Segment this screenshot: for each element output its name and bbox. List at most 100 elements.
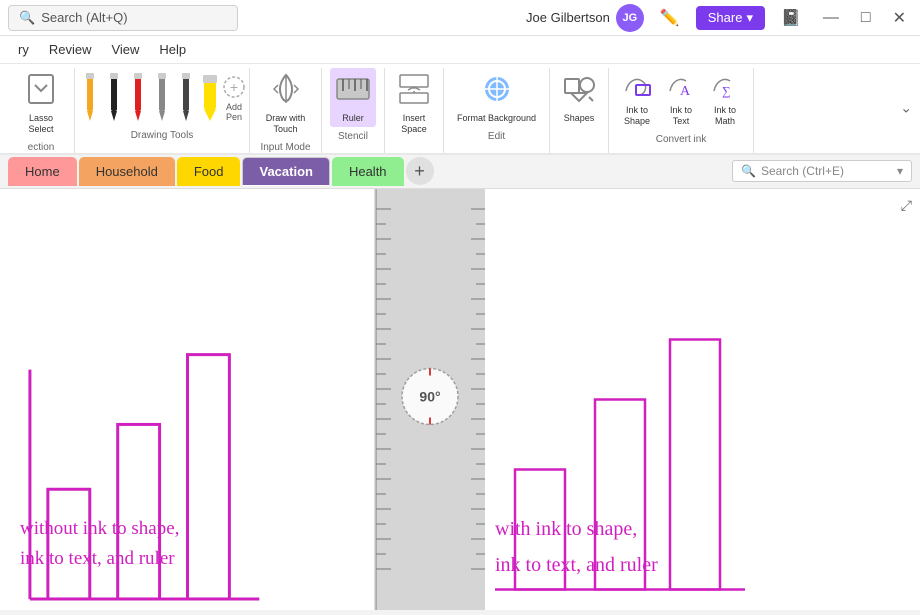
tab-vacation[interactable]: Vacation — [242, 157, 329, 186]
ink-to-math-icon: ∑ — [710, 71, 740, 103]
ribbon-insert-space-section: Insert Space — [385, 68, 444, 153]
pen-button[interactable]: ✏️ — [654, 4, 686, 32]
ruler-degree-svg: 90° — [395, 362, 465, 432]
pen-red[interactable] — [127, 72, 149, 122]
notebook-view-button[interactable]: 📓 — [775, 4, 807, 32]
tab-health[interactable]: Health — [332, 157, 404, 186]
pen-tools-row: + Add Pen — [79, 68, 245, 126]
ribbon: Lasso Select ection — [0, 64, 920, 155]
ink-to-shape-icon — [622, 71, 652, 103]
pen-gray[interactable] — [151, 72, 173, 122]
svg-text:∑: ∑ — [722, 84, 731, 98]
ribbon-lasso-section: Lasso Select ection — [8, 68, 75, 153]
add-tab-button[interactable]: + — [406, 157, 434, 185]
tabs-bar: Home Household Food Vacation Health + 🔍 … — [0, 155, 920, 189]
lasso-label: Lasso Select — [28, 113, 53, 135]
right-canvas-svg — [485, 189, 920, 610]
tab-household[interactable]: Household — [79, 157, 175, 186]
convert-ink-label: Convert ink — [656, 134, 707, 145]
ribbon-expand-chevron[interactable]: ⌄ — [900, 100, 912, 117]
input-mode-label: Input Mode — [260, 142, 310, 153]
menu-item-ry[interactable]: ry — [10, 39, 37, 60]
edit-label: Edit — [488, 131, 505, 142]
ruler-container[interactable]: 90° — [375, 189, 485, 610]
insert-space-icon — [398, 71, 430, 111]
ruler-degree-text: 90° — [419, 389, 440, 405]
user-name: Joe Gilbertson — [526, 10, 610, 25]
expand-icon[interactable]: ⤢ — [901, 197, 912, 214]
tabs-search[interactable]: 🔍 Search (Ctrl+E) ▾ — [732, 160, 912, 182]
lasso-icon — [25, 71, 57, 111]
ribbon-shapes-section: Shapes — [550, 68, 609, 153]
user-info: Joe Gilbertson JG — [526, 4, 644, 32]
add-pen-button[interactable]: + Add Pen — [223, 72, 245, 122]
svg-text:+: + — [230, 79, 238, 95]
pen-black[interactable] — [103, 72, 125, 122]
right-canvas-text-1: with ink to shape, — [495, 516, 637, 542]
tab-food[interactable]: Food — [177, 157, 241, 186]
ink-to-math-label: Ink to Math — [714, 105, 736, 127]
ribbon-drawing-tools-section: + Add Pen Drawing Tools — [75, 68, 250, 153]
ruler-icon — [335, 71, 371, 111]
search-icon: 🔍 — [741, 164, 756, 178]
content-area: ⤢ without ink to shape, ink to text, and… — [0, 189, 920, 610]
left-panel: without ink to shape, ink to text, and r… — [0, 189, 375, 610]
share-chevron: ▾ — [746, 10, 753, 26]
touch-icon — [270, 71, 302, 111]
lasso-section-label: ection — [28, 142, 55, 153]
format-background-button[interactable]: Format Background — [452, 68, 541, 127]
ruler-degree-container: 90° — [395, 362, 465, 437]
pen-dark[interactable] — [175, 72, 197, 122]
ribbon-convert-ink-section: Ink to Shape A Ink to Text ∑ — [609, 68, 754, 153]
tabs-search-placeholder: Search (Ctrl+E) — [761, 164, 844, 178]
right-panel: with ink to shape, ink to text, and rule… — [485, 189, 920, 610]
ink-to-text-icon: A — [666, 71, 696, 103]
add-pen-label: Add Pen — [223, 102, 245, 122]
pen-orange[interactable] — [79, 72, 101, 122]
ink-to-shape-button[interactable]: Ink to Shape — [617, 68, 657, 130]
shapes-icon — [563, 71, 595, 111]
ribbon-input-mode-section: Draw with Touch Input Mode — [250, 68, 322, 153]
ribbon-format-bg-section: Format Background Edit — [444, 68, 550, 153]
close-button[interactable]: ✕ — [887, 4, 912, 32]
stencil-label: Stencil — [338, 131, 368, 142]
insert-space-label: Insert Space — [401, 113, 427, 135]
ink-to-math-button[interactable]: ∑ Ink to Math — [705, 68, 745, 130]
draw-with-touch-button[interactable]: Draw with Touch — [258, 68, 313, 138]
ink-to-shape-label: Ink to Shape — [624, 105, 650, 127]
ink-to-text-label: Ink to Text — [670, 105, 692, 127]
ruler-label: Ruler — [342, 113, 364, 124]
share-label: Share — [708, 10, 743, 25]
ink-to-text-button[interactable]: A Ink to Text — [661, 68, 701, 130]
minimize-button[interactable]: — — [817, 5, 845, 31]
search-box[interactable]: 🔍 Search (Alt+Q) — [8, 5, 238, 31]
draw-with-touch-label: Draw with Touch — [266, 113, 306, 135]
menu-bar: ry Review View Help — [0, 36, 920, 64]
title-bar-left: 🔍 Search (Alt+Q) — [8, 5, 238, 31]
lasso-select-button[interactable]: Lasso Select — [16, 68, 66, 138]
tab-home[interactable]: Home — [8, 157, 77, 186]
shapes-label: Shapes — [564, 113, 595, 124]
search-placeholder: Search (Alt+Q) — [41, 10, 127, 25]
svg-text:A: A — [680, 84, 691, 99]
shapes-button[interactable]: Shapes — [558, 68, 600, 127]
menu-item-review[interactable]: Review — [41, 39, 100, 60]
format-background-label: Format Background — [457, 113, 536, 124]
search-icon: 🔍 — [19, 10, 35, 26]
drawing-tools-label: Drawing Tools — [131, 130, 194, 141]
ribbon-stencil-section: Ruler Stencil — [322, 68, 385, 153]
share-button[interactable]: Share ▾ — [696, 6, 765, 30]
tabs-search-chevron: ▾ — [897, 164, 903, 178]
left-canvas-text-1: without ink to shape, — [20, 517, 179, 542]
menu-item-view[interactable]: View — [103, 39, 147, 60]
insert-space-button[interactable]: Insert Space — [393, 68, 435, 138]
ruler-button[interactable]: Ruler — [330, 68, 376, 127]
left-canvas-text-2: ink to text, and ruler — [20, 547, 175, 572]
title-bar: 🔍 Search (Alt+Q) Joe Gilbertson JG ✏️ Sh… — [0, 0, 920, 36]
menu-item-help[interactable]: Help — [151, 39, 194, 60]
pen-yellow-highlighter[interactable] — [199, 72, 221, 122]
avatar: JG — [616, 4, 644, 32]
right-canvas-text-2: ink to text, and ruler — [495, 552, 658, 578]
maximize-button[interactable]: □ — [855, 5, 877, 31]
format-background-icon — [481, 71, 513, 111]
